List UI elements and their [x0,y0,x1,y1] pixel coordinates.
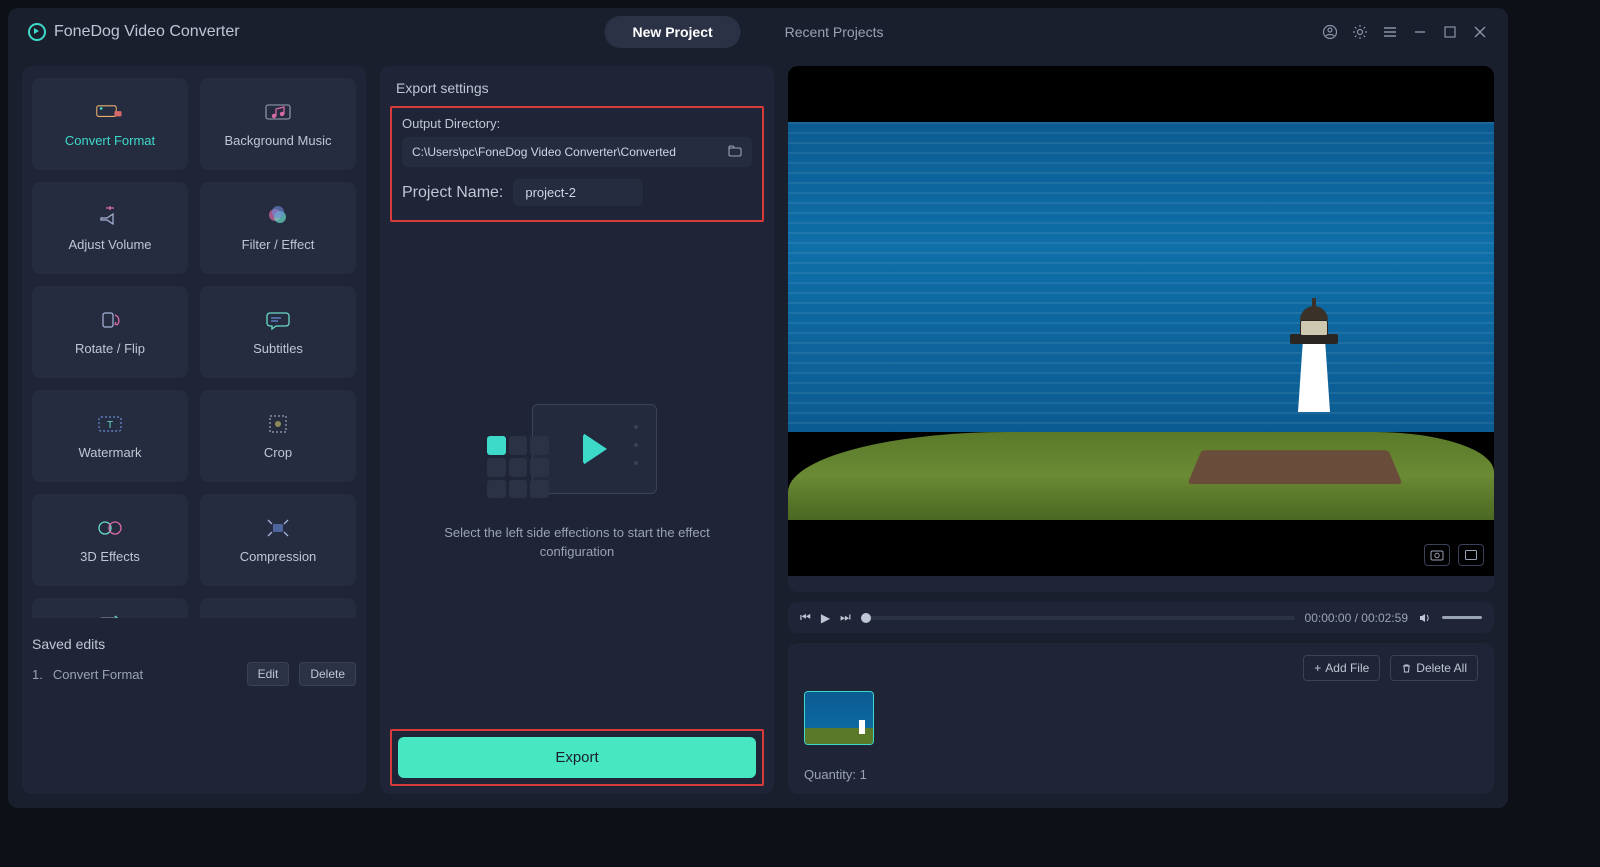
saved-edit-number: 1. [32,667,43,682]
project-name-input[interactable]: project-2 [513,179,643,206]
file-thumbnail[interactable] [804,691,874,745]
compression-icon [263,517,293,539]
prev-icon[interactable]: ⏮ [800,610,811,625]
saved-edit-row: 1. Convert Format Edit Delete [32,662,356,686]
close-icon[interactable] [1472,24,1488,40]
user-icon[interactable] [1322,24,1338,40]
tool-grid: Convert Format Background Music Adjust V… [32,78,356,618]
tool-adjust-volume[interactable]: Adjust Volume [32,182,188,274]
output-directory-label: Output Directory: [402,116,752,131]
tool-label: Convert Format [65,133,155,148]
preview-image [788,122,1494,520]
file-list-actions: +Add File Delete All [804,655,1478,681]
empty-state: Select the left side effections to start… [396,228,758,729]
logo-icon [28,23,46,41]
volume-icon[interactable] [1418,611,1432,625]
tool-label: Filter / Effect [242,237,315,252]
tool-filter-effect[interactable]: Filter / Effect [200,182,356,274]
volume-slider[interactable] [1442,616,1482,619]
tool-3d-effects[interactable]: 3D Effects [32,494,188,586]
output-directory-input[interactable]: C:\Users\pc\FoneDog Video Converter\Conv… [402,137,752,167]
time-display: 00:00:00 / 00:02:59 [1305,611,1408,625]
empty-state-illustration [487,396,667,506]
quantity-label: Quantity: 1 [804,767,1478,782]
tab-recent-projects[interactable]: Recent Projects [757,16,912,48]
tool-label: Rotate / Flip [75,341,145,356]
menu-icon[interactable] [1382,24,1398,40]
screenshot-icon[interactable] [1424,544,1450,566]
fullscreen-icon[interactable] [1458,544,1484,566]
convert-format-icon [95,101,125,123]
3d-effects-icon [95,517,125,539]
tool-icon-partial [263,612,293,618]
highlight-box-settings: Output Directory: C:\Users\pc\FoneDog Vi… [390,106,764,222]
crop-icon [263,413,293,435]
app-logo: FoneDog Video Converter [28,23,240,41]
delete-button[interactable]: Delete [299,662,356,686]
project-name-row: Project Name: project-2 [402,179,752,206]
tool-label: Crop [264,445,292,460]
tool-label: Compression [240,549,317,564]
empty-state-hint: Select the left side effections to start… [437,524,717,560]
tool-card-partial-2[interactable] [200,598,356,618]
saved-edits-title: Saved edits [32,636,356,652]
tool-card-partial-1[interactable] [32,598,188,618]
player-controls: ⏮ ▶ ⏭ 00:00:00 / 00:02:59 [788,602,1494,633]
app-window: FoneDog Video Converter New Project Rece… [8,8,1508,808]
tab-group: New Project Recent Projects [605,16,912,48]
minimize-icon[interactable] [1412,24,1428,40]
add-file-button[interactable]: +Add File [1303,655,1380,681]
settings-icon[interactable] [1352,24,1368,40]
play-icon[interactable]: ▶ [821,611,830,625]
export-button[interactable]: Export [398,737,756,778]
app-title: FoneDog Video Converter [54,23,240,41]
export-settings-panel: Export settings Output Directory: C:\Use… [380,66,774,794]
tool-label: 3D Effects [80,549,140,564]
export-settings-title: Export settings [396,80,758,96]
tool-label: Watermark [78,445,141,460]
project-name-label: Project Name: [402,184,503,202]
adjust-volume-icon [95,205,125,227]
svg-text:T: T [107,420,113,431]
video-preview [788,66,1494,592]
tool-compression[interactable]: Compression [200,494,356,586]
tool-background-music[interactable]: Background Music [200,78,356,170]
saved-edit-label: Convert Format [53,667,143,682]
tool-convert-format[interactable]: Convert Format [32,78,188,170]
tool-label: Adjust Volume [68,237,151,252]
next-icon[interactable]: ⏭ [840,610,851,625]
window-controls [1322,24,1488,40]
tool-watermark[interactable]: T Watermark [32,390,188,482]
sidebar: Convert Format Background Music Adjust V… [22,66,366,794]
saved-edits-section: Saved edits 1. Convert Format Edit Delet… [32,636,356,686]
delete-all-button[interactable]: Delete All [1390,655,1478,681]
timeline-slider[interactable] [861,616,1295,620]
right-panel: ⏮ ▶ ⏭ 00:00:00 / 00:02:59 +Add File Dele… [788,66,1494,794]
video-frame [788,66,1494,576]
tool-rotate-flip[interactable]: Rotate / Flip [32,286,188,378]
tool-subtitles[interactable]: Subtitles [200,286,356,378]
output-path-value: C:\Users\pc\FoneDog Video Converter\Conv… [412,145,676,159]
tool-icon-partial [95,612,125,618]
main-content: Convert Format Background Music Adjust V… [8,56,1508,808]
tool-label: Subtitles [253,341,303,356]
tab-new-project[interactable]: New Project [605,16,741,48]
filter-effect-icon [263,205,293,227]
background-music-icon [263,101,293,123]
titlebar: FoneDog Video Converter New Project Rece… [8,8,1508,56]
watermark-icon: T [95,413,125,435]
subtitles-icon [263,309,293,331]
rotate-flip-icon [95,309,125,331]
highlight-box-export: Export [390,729,764,786]
maximize-icon[interactable] [1442,24,1458,40]
file-list-area: +Add File Delete All Quantity: 1 [788,643,1494,794]
tool-label: Background Music [225,133,332,148]
folder-icon[interactable] [728,144,742,158]
edit-button[interactable]: Edit [247,662,290,686]
tool-crop[interactable]: Crop [200,390,356,482]
